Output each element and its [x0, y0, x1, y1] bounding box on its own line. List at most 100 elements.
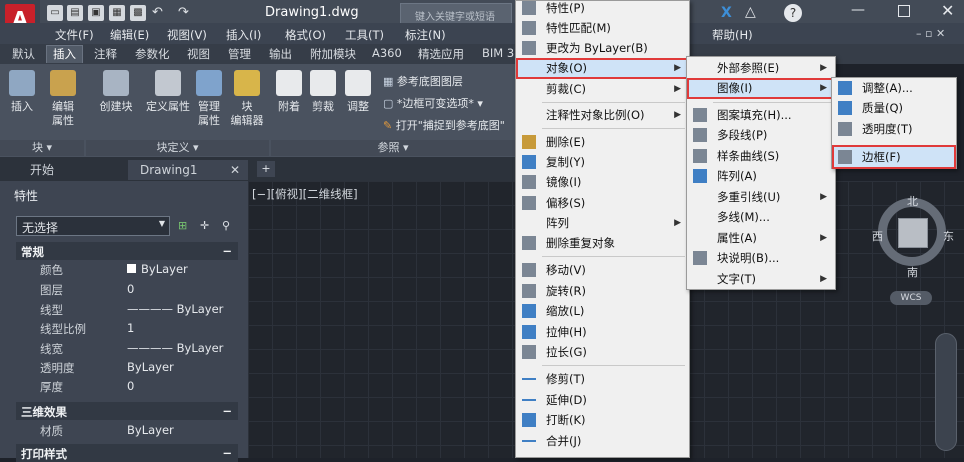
- prop-value-thickness[interactable]: 0: [127, 379, 134, 393]
- prop-value-linetype[interactable]: ———— ByLayer: [127, 302, 223, 316]
- redo-icon[interactable]: ↷: [178, 5, 189, 20]
- compass-north[interactable]: 北: [907, 193, 918, 209]
- menu-item-multileader[interactable]: 多重引线(U) ▶: [687, 187, 835, 208]
- new-tab-icon[interactable]: +: [257, 161, 275, 177]
- menu-insert[interactable]: 插入(I): [226, 27, 261, 43]
- tab-drawing1[interactable]: Drawing1 ✕: [128, 160, 248, 180]
- menu-item-properties[interactable]: 特性(P): [516, 0, 689, 19]
- menu-item-delete-duplicates[interactable]: 删除重复对象: [516, 233, 689, 254]
- snap-underlay-dropdown[interactable]: ✎ 打开"捕捉到参考底图": [383, 117, 515, 133]
- maximize-icon[interactable]: [898, 5, 910, 17]
- menu-item-trim[interactable]: 修剪(T): [516, 369, 689, 390]
- menu-item-rotate[interactable]: 旋转(R): [516, 281, 689, 302]
- menu-item-text[interactable]: 文字(T) ▶: [687, 269, 835, 290]
- undo-icon[interactable]: ↶: [152, 5, 163, 20]
- underlay-layers[interactable]: ▦ 参考底图图层: [383, 73, 463, 89]
- menu-item-extend[interactable]: 延伸(D): [516, 390, 689, 411]
- edit-attribute-button[interactable]: 编辑 属性: [46, 70, 80, 128]
- tab-annotate[interactable]: 注释: [88, 46, 123, 64]
- menu-item-mirror[interactable]: 镜像(I): [516, 172, 689, 193]
- menu-item-break[interactable]: 打断(K): [516, 410, 689, 431]
- window-controls[interactable]: – ▫ ✕: [916, 27, 945, 40]
- selection-dropdown[interactable]: 无选择 ▼: [16, 216, 170, 236]
- group-block-definition[interactable]: 块定义 ▾: [86, 140, 269, 156]
- menu-item-frame[interactable]: 边框(F): [832, 145, 956, 169]
- tab-a360[interactable]: A360: [366, 46, 408, 64]
- menu-item-block-description[interactable]: 块说明(B)...: [687, 248, 835, 269]
- menu-item-erase[interactable]: 删除(E): [516, 132, 689, 153]
- quick-select-icon[interactable]: ⚲: [222, 219, 230, 232]
- open-icon[interactable]: ▤: [67, 5, 83, 21]
- section-3d-effects[interactable]: 三维效果 −: [16, 402, 238, 420]
- new-icon[interactable]: ▭: [47, 5, 63, 21]
- menu-item-clip[interactable]: 剪裁(C) ▶: [516, 79, 689, 100]
- attach-button[interactable]: 附着: [273, 70, 305, 114]
- tab-output[interactable]: 输出: [263, 46, 298, 64]
- tab-default[interactable]: 默认: [6, 46, 41, 64]
- group-reference[interactable]: 参照 ▾: [271, 140, 515, 156]
- menu-help[interactable]: 帮助(H): [712, 27, 753, 43]
- menu-format[interactable]: 格式(O): [285, 27, 326, 43]
- help-icon[interactable]: ?: [784, 4, 802, 22]
- tab-bim360[interactable]: BIM 3: [476, 46, 520, 64]
- menu-item-multiline[interactable]: 多线(M)...: [687, 207, 835, 228]
- block-editor-button[interactable]: 块 编辑器: [229, 70, 265, 128]
- menu-item-array[interactable]: 阵列 ▶: [516, 213, 689, 234]
- plot-icon[interactable]: ▩: [130, 5, 146, 21]
- menu-edit[interactable]: 编辑(E): [110, 27, 149, 43]
- menu-item-stretch[interactable]: 拉伸(H): [516, 322, 689, 343]
- minimize-icon[interactable]: —: [851, 2, 865, 18]
- define-attribute-button[interactable]: 定义属性: [144, 70, 192, 114]
- menu-item-array-edit[interactable]: 阵列(A): [687, 166, 835, 187]
- menu-item-quality[interactable]: 质量(Q): [832, 98, 956, 119]
- prop-value-transparency[interactable]: ByLayer: [127, 360, 174, 374]
- navigation-bar[interactable]: [935, 333, 957, 451]
- save-as-icon[interactable]: ▦: [109, 5, 125, 21]
- clip-button[interactable]: 剪裁: [307, 70, 339, 114]
- toggle-pickadd-icon[interactable]: ⊞: [178, 219, 187, 232]
- menu-item-change-bylayer[interactable]: 更改为 ByLayer(B): [516, 38, 689, 59]
- create-block-button[interactable]: 创建块: [96, 70, 136, 114]
- menu-item-image[interactable]: 图像(I) ▶: [687, 78, 835, 99]
- compass-west[interactable]: 西: [872, 228, 883, 244]
- tab-view[interactable]: 视图: [181, 46, 216, 64]
- save-icon[interactable]: ▣: [88, 5, 104, 21]
- select-objects-icon[interactable]: ✛: [200, 219, 209, 232]
- prop-value-material[interactable]: ByLayer: [127, 423, 174, 437]
- menu-item-xref[interactable]: 外部参照(E) ▶: [687, 58, 835, 79]
- menu-item-join[interactable]: 合并(J): [516, 431, 689, 452]
- insert-block-button[interactable]: 插入: [6, 70, 38, 114]
- group-block[interactable]: 块 ▾: [0, 140, 84, 156]
- tab-featured-apps[interactable]: 精选应用: [412, 46, 470, 64]
- viewport-controls[interactable]: [−][俯视][二维线框]: [252, 186, 358, 202]
- menu-tools[interactable]: 工具(T): [345, 27, 384, 43]
- manage-attributes-button[interactable]: 管理 属性: [195, 70, 223, 128]
- adjust-button[interactable]: 调整: [342, 70, 374, 114]
- search-input[interactable]: 键入关键字或短语: [400, 3, 512, 25]
- tab-addins[interactable]: 附加模块: [304, 46, 362, 64]
- prop-value-linetype-scale[interactable]: 1: [127, 321, 134, 335]
- wcs-menu[interactable]: WCS: [890, 291, 932, 305]
- viewcube-top-face[interactable]: [898, 218, 928, 248]
- menu-item-attribute[interactable]: 属性(A) ▶: [687, 228, 835, 249]
- menu-file[interactable]: 文件(F): [55, 27, 94, 43]
- compass-east[interactable]: 东: [943, 228, 954, 244]
- tab-parametric[interactable]: 参数化: [129, 46, 176, 64]
- menu-item-match-properties[interactable]: 特性匹配(M): [516, 18, 689, 39]
- menu-item-copy[interactable]: 复制(Y): [516, 152, 689, 173]
- prop-value-color[interactable]: ByLayer: [127, 262, 188, 276]
- close-tab-icon[interactable]: ✕: [230, 160, 240, 180]
- menu-item-lengthen[interactable]: 拉长(G): [516, 342, 689, 363]
- menu-item-object[interactable]: 对象(O) ▶: [516, 58, 689, 79]
- tab-start[interactable]: 开始: [18, 160, 66, 180]
- menu-item-annotative-scale[interactable]: 注释性对象比例(O) ▶: [516, 105, 689, 126]
- menu-item-move[interactable]: 移动(V): [516, 260, 689, 281]
- menu-item-hatch[interactable]: 图案填充(H)...: [687, 105, 835, 126]
- exchange-icon[interactable]: X: [721, 5, 732, 21]
- menu-view[interactable]: 视图(V): [167, 27, 207, 43]
- section-general[interactable]: 常规 −: [16, 242, 238, 260]
- menu-item-adjust[interactable]: 调整(A)...: [832, 78, 956, 99]
- compass-south[interactable]: 南: [907, 264, 918, 280]
- menu-item-scale[interactable]: 缩放(L): [516, 301, 689, 322]
- tab-manage[interactable]: 管理: [222, 46, 257, 64]
